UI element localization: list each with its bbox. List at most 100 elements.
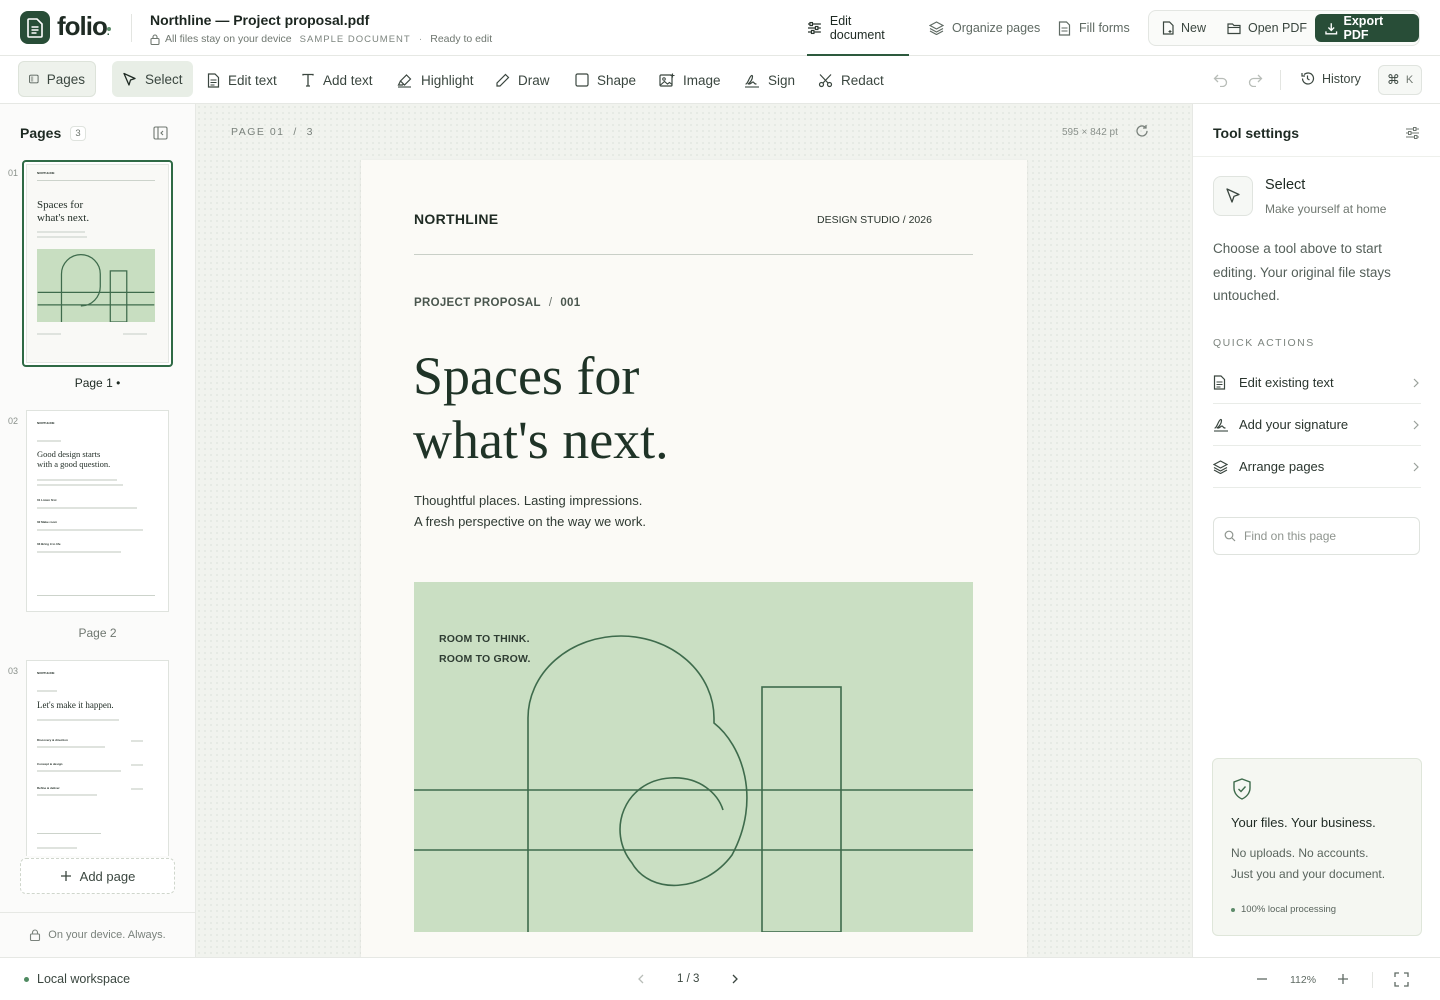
tool-label: Select: [145, 71, 183, 87]
document-title: Northline — Project proposal.pdf: [150, 12, 370, 28]
history-button[interactable]: History: [1300, 71, 1361, 86]
statusbar-divider: [1372, 972, 1373, 988]
page-count-badge: 3: [70, 126, 86, 141]
sign-tool[interactable]: Sign: [734, 63, 805, 97]
quick-action-label: Edit existing text: [1239, 375, 1334, 390]
previous-page-button[interactable]: [634, 972, 648, 986]
page-thumbnail-1[interactable]: NORTHLINE Spaces for what's next.: [22, 160, 173, 367]
signature-icon: [745, 74, 759, 88]
shape-tool[interactable]: Shape: [565, 63, 646, 97]
quick-action-edit-text[interactable]: Edit existing text: [1213, 362, 1421, 404]
redact-tool[interactable]: Redact: [808, 63, 894, 97]
zoom-in-button[interactable]: [1336, 972, 1350, 986]
page-thumbnail-3[interactable]: NORTHLINE Let's make it happen. Discover…: [26, 660, 169, 856]
page-headline[interactable]: Spaces for what's next.: [413, 344, 669, 472]
highlighter-icon: [397, 73, 412, 88]
thumb-headline: Spaces for what's next.: [37, 199, 90, 224]
collapse-panel-icon: [153, 126, 168, 140]
pages-button-label: Pages: [46, 71, 85, 87]
new-button[interactable]: New: [1154, 14, 1214, 42]
arch-spiral: [527, 635, 748, 932]
add-page-button[interactable]: Add page: [20, 858, 175, 894]
thumb-item: Concept & design: [37, 762, 63, 766]
tool-help-text: Choose a tool above to start editing. Yo…: [1213, 241, 1391, 303]
layers-icon: [1213, 459, 1239, 474]
command-key-icon: ⌘: [1386, 72, 1400, 87]
undo-icon: [1213, 74, 1228, 87]
active-tool-name: Select: [1265, 177, 1306, 193]
fullscreen-button[interactable]: [1394, 972, 1409, 987]
tool-label: Highlight: [421, 72, 474, 88]
page-number: 03: [8, 666, 19, 676]
page-size-label: 595 × 842 pt: [1062, 127, 1118, 138]
zoom-out-button[interactable]: [1255, 972, 1269, 986]
image-tool[interactable]: Image: [649, 63, 731, 97]
highlight-tool[interactable]: Highlight: [387, 63, 484, 97]
studio-line[interactable]: DESIGN STUDIO / 2026: [817, 214, 932, 226]
page-thumbnail-2[interactable]: NORTHLINE Good design starts with a good …: [26, 410, 169, 612]
add-text-tool[interactable]: Add text: [291, 63, 383, 97]
open-pdf-label: Open PDF: [1248, 21, 1308, 35]
open-pdf-button[interactable]: Open PDF: [1219, 14, 1315, 42]
command-palette-shortcut[interactable]: ⌘ K: [1378, 65, 1422, 95]
redo-button[interactable]: [1247, 73, 1263, 87]
folder-icon: [1227, 22, 1241, 34]
edit-text-tool[interactable]: Edit text: [197, 63, 287, 97]
chevron-right-icon: [1413, 462, 1419, 472]
next-page-button[interactable]: [728, 972, 742, 986]
page-label: Page 2: [78, 626, 117, 640]
chevron-right-icon: [1413, 420, 1419, 430]
tool-label: Sign: [768, 72, 796, 88]
select-tool[interactable]: Select: [112, 61, 193, 97]
zoom-level[interactable]: 112%: [1290, 974, 1316, 986]
thumb-headline: Good design starts with a good question.: [37, 449, 111, 469]
file-actions-group: New Open PDF Export PDF: [1148, 10, 1420, 46]
page-indicator: PAGE 01 / 3: [231, 126, 314, 138]
draw-tool[interactable]: Draw: [485, 63, 560, 97]
thumb-text-line: [37, 333, 61, 335]
tab-organize-pages[interactable]: Organize pages: [929, 0, 1040, 56]
lock-icon: [30, 929, 41, 941]
add-page-label: Add page: [79, 868, 136, 884]
thumb-rule: [37, 595, 155, 596]
quick-action-label: Arrange pages: [1239, 459, 1325, 474]
tab-fill-forms[interactable]: Fill forms: [1058, 0, 1130, 56]
tool-label: Image: [683, 72, 721, 88]
lock-icon: [150, 33, 160, 45]
find-on-page-input[interactable]: Find on this page: [1213, 517, 1420, 555]
app-window: folio. Northline — Project proposal.pdf …: [0, 0, 1440, 1000]
page-thumbnail-list[interactable]: 01 NORTHLINE Spaces for what's next. Page…: [0, 160, 195, 856]
document-canvas[interactable]: PAGE 01 / 3 595 × 842 pt NORTHLINE DESIG…: [196, 104, 1192, 957]
document-meta: All files stay on your device SAMPLE DOC…: [150, 32, 492, 46]
proposal-kicker[interactable]: PROJECT PROPOSAL/001: [414, 297, 580, 309]
app-logo-mark[interactable]: [20, 11, 50, 44]
document-icon: [1213, 375, 1239, 390]
text-icon: [302, 73, 314, 87]
pdf-page[interactable]: NORTHLINE DESIGN STUDIO / 2026 PROJECT P…: [361, 160, 1027, 957]
chevron-right-icon: [1413, 378, 1419, 388]
tab-edit-document[interactable]: Edit document: [807, 0, 909, 56]
export-pdf-button[interactable]: Export PDF: [1315, 14, 1419, 42]
quick-action-add-signature[interactable]: Add your signature: [1213, 404, 1421, 446]
page-subtitle[interactable]: Thoughtful places. Lasting impressions. A…: [414, 490, 646, 532]
thumb-text-line: [37, 719, 119, 721]
signature-icon: [1213, 417, 1239, 432]
collapse-sidebar-button[interactable]: [153, 126, 168, 140]
scissors-icon: [818, 73, 833, 87]
app-logo-text: folio.: [57, 11, 111, 42]
tool-label: Draw: [518, 72, 550, 88]
new-button-label: New: [1181, 21, 1207, 35]
toolbar-divider: [1280, 70, 1281, 90]
illustration-panel[interactable]: ROOM TO THINK. ROOM TO GROW.: [414, 582, 973, 932]
brand-name[interactable]: NORTHLINE: [414, 211, 498, 227]
toggle-pages-button[interactable]: Pages: [18, 61, 96, 97]
chevron-right-icon: [732, 974, 738, 984]
panel-divider: [1193, 156, 1440, 157]
reload-page-button[interactable]: [1135, 124, 1149, 138]
quick-action-arrange-pages[interactable]: Arrange pages: [1213, 446, 1421, 488]
panel-settings-button[interactable]: [1405, 126, 1420, 140]
illustration-caption[interactable]: ROOM TO THINK. ROOM TO GROW.: [439, 630, 531, 669]
undo-button[interactable]: [1213, 73, 1229, 87]
thumb-rule: [37, 180, 155, 181]
meta-separator: ·: [418, 33, 423, 45]
